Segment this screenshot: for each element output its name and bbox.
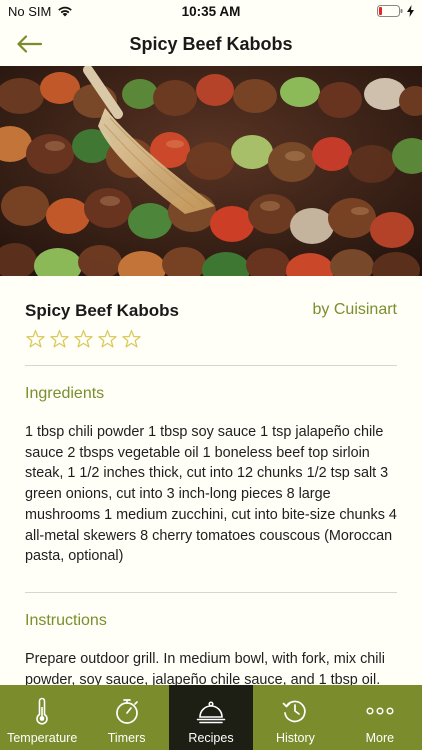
recipe-title-row: Spicy Beef Kabobs by Cuisinart (25, 301, 397, 321)
status-bar: No SIM 10:35 AM (0, 0, 422, 22)
ingredients-text: 1 tbsp chili powder 1 tbsp soy sauce 1 t… (25, 424, 397, 565)
tab-label: History (275, 731, 315, 745)
recipe-content: Spicy Beef Kabobs by Cuisinart Ingredien… (0, 276, 422, 685)
battery-icon (377, 5, 403, 17)
rating-stars (25, 329, 397, 350)
back-button[interactable] (14, 30, 44, 58)
ingredients-heading: Ingredients (25, 385, 105, 402)
nav-title: Spicy Beef Kabobs (129, 33, 293, 54)
star-icon[interactable] (25, 329, 46, 350)
carrier-label: No SIM (8, 3, 52, 19)
tab-label: Temperature (7, 731, 78, 745)
history-icon (283, 700, 307, 723)
star-icon[interactable] (73, 329, 94, 350)
nav-bar: Spicy Beef Kabobs (0, 22, 422, 66)
tab-label: Recipes (188, 731, 234, 745)
tab-recipes[interactable]: Recipes (168, 685, 254, 750)
star-icon[interactable] (49, 329, 70, 350)
tab-history[interactable]: History (253, 685, 337, 750)
stopwatch-icon (115, 699, 138, 724)
status-left: No SIM (8, 4, 73, 19)
tab-timers[interactable]: Timers (84, 685, 168, 750)
star-icon[interactable] (97, 329, 118, 350)
recipe-hero-image (0, 66, 422, 276)
divider (25, 591, 397, 593)
thermometer-icon (36, 697, 48, 725)
tab-temperature[interactable]: Temperature (0, 685, 84, 750)
instructions-heading: Instructions (25, 611, 107, 629)
tab-label: Timers (107, 731, 146, 745)
cloche-icon (196, 701, 226, 724)
divider (25, 365, 397, 366)
wifi-icon (58, 6, 73, 17)
status-right (377, 5, 414, 17)
tab-bar: Temperature Timers Recipes History More (0, 685, 422, 750)
instructions-text: Prepare outdoor grill. In medium bowl, w… (25, 650, 385, 685)
back-arrow-icon (17, 35, 42, 53)
tab-more[interactable]: More (338, 685, 422, 750)
more-dots-icon (366, 707, 394, 715)
kabob-photo (0, 66, 422, 276)
charging-bolt-icon (407, 5, 414, 17)
star-icon[interactable] (121, 329, 142, 350)
tab-label: More (365, 731, 395, 745)
recipe-author[interactable]: by Cuisinart (313, 301, 397, 319)
recipe-title: Spicy Beef Kabobs (25, 301, 179, 320)
